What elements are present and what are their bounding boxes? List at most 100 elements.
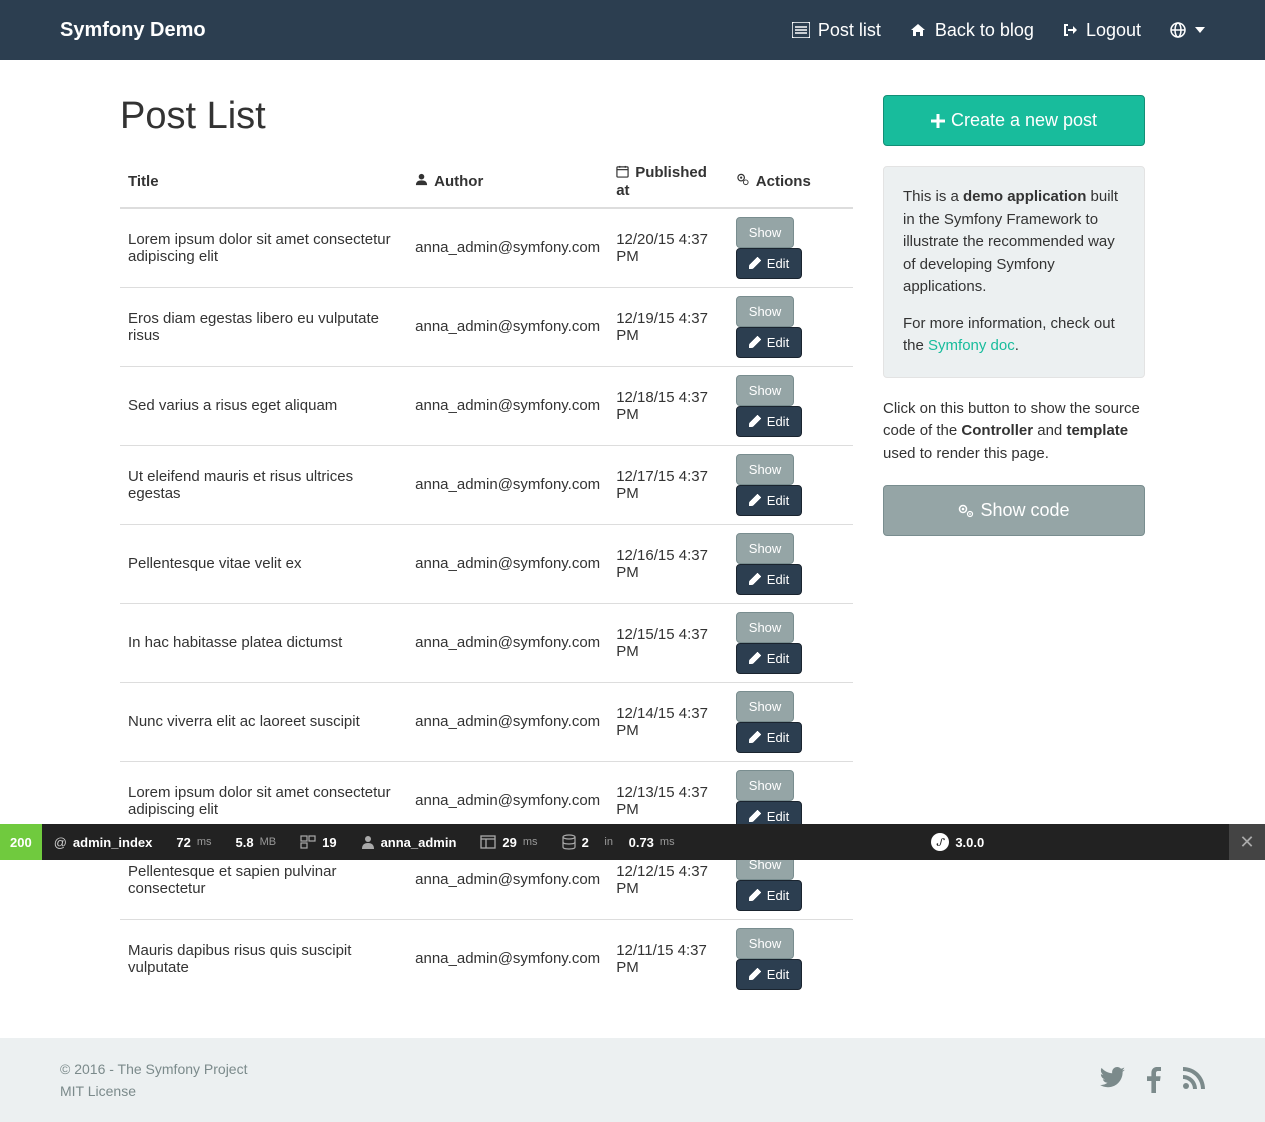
main-content: Post List Title Author Published at Acti…	[120, 95, 853, 998]
cell-published: 12/20/15 4:37 PM	[608, 208, 728, 288]
cell-author: anna_admin@symfony.com	[407, 366, 608, 445]
cell-title: Ut eleifend mauris et risus ultrices ege…	[120, 445, 407, 524]
navbar-nav: Post list Back to blog Logout	[792, 20, 1205, 41]
debug-time[interactable]: 72ms	[164, 824, 223, 860]
show-button[interactable]: Show	[736, 533, 795, 564]
button-label: Show code	[980, 500, 1069, 521]
show-button[interactable]: Show	[736, 454, 795, 485]
edit-icon	[749, 573, 761, 585]
posts-table: Title Author Published at Actions Lorem …	[120, 156, 853, 998]
cell-author: anna_admin@symfony.com	[407, 445, 608, 524]
edit-button[interactable]: Edit	[736, 406, 802, 437]
cell-actions: Show Edit	[728, 524, 853, 603]
table-row: In hac habitasse platea dictumst anna_ad…	[120, 603, 853, 682]
panel-icon	[480, 835, 496, 849]
cell-title: Sed varius a risus eget aliquam	[120, 366, 407, 445]
debug-status[interactable]: 200	[0, 824, 42, 860]
edit-icon	[749, 810, 761, 822]
nav-post-list[interactable]: Post list	[792, 20, 881, 41]
cell-title: Lorem ipsum dolor sit amet consectetur a…	[120, 208, 407, 288]
cell-title: In hac habitasse platea dictumst	[120, 603, 407, 682]
nav-label: Logout	[1086, 20, 1141, 41]
nav-logout[interactable]: Logout	[1062, 20, 1141, 41]
button-label: Create a new post	[951, 110, 1097, 131]
twitter-icon[interactable]	[1099, 1067, 1125, 1093]
edit-button[interactable]: Edit	[736, 959, 802, 990]
cell-published: 12/11/15 4:37 PM	[608, 919, 728, 998]
edit-icon	[749, 415, 761, 427]
nav-back-to-blog[interactable]: Back to blog	[909, 20, 1034, 41]
debug-user[interactable]: anna_admin	[349, 824, 469, 860]
cell-published: 12/16/15 4:37 PM	[608, 524, 728, 603]
calendar-icon	[616, 165, 629, 182]
debug-twig[interactable]: 29ms	[468, 824, 549, 860]
cell-author: anna_admin@symfony.com	[407, 287, 608, 366]
debug-symfony-version[interactable]: 3.0.0	[921, 833, 994, 851]
cell-actions: Show Edit	[728, 919, 853, 998]
debug-close-button[interactable]: ✕	[1229, 824, 1265, 860]
col-published: Published at	[608, 156, 728, 208]
show-button[interactable]: Show	[736, 296, 795, 327]
edit-icon	[749, 257, 761, 269]
cell-actions: Show Edit	[728, 682, 853, 761]
cell-actions: Show Edit	[728, 208, 853, 288]
edit-button[interactable]: Edit	[736, 485, 802, 516]
edit-icon	[749, 494, 761, 506]
cell-published: 12/17/15 4:37 PM	[608, 445, 728, 524]
cell-actions: Show Edit	[728, 603, 853, 682]
table-row: Sed varius a risus eget aliquam anna_adm…	[120, 366, 853, 445]
debug-route[interactable]: @admin_index	[42, 824, 165, 860]
edit-icon	[749, 889, 761, 901]
signout-icon	[1062, 22, 1078, 38]
cell-published: 12/18/15 4:37 PM	[608, 366, 728, 445]
cell-author: anna_admin@symfony.com	[407, 603, 608, 682]
cell-title: Pellentesque vitae velit ex	[120, 524, 407, 603]
edit-button[interactable]: Edit	[736, 722, 802, 753]
cell-actions: Show Edit	[728, 445, 853, 524]
cogs-icon	[958, 504, 974, 518]
show-button[interactable]: Show	[736, 770, 795, 801]
facebook-icon[interactable]	[1147, 1067, 1161, 1093]
page-title: Post List	[120, 95, 853, 138]
globe-icon	[1169, 21, 1187, 39]
edit-button[interactable]: Edit	[736, 643, 802, 674]
caret-down-icon	[1195, 27, 1205, 33]
show-button[interactable]: Show	[736, 612, 795, 643]
rss-icon[interactable]	[1183, 1067, 1205, 1093]
table-row: Ut eleifend mauris et risus ultrices ege…	[120, 445, 853, 524]
footer-copyright: © 2016 - The Symfony Project	[60, 1058, 247, 1080]
edit-button[interactable]: Edit	[736, 248, 802, 279]
user-icon	[361, 835, 375, 849]
show-button[interactable]: Show	[736, 375, 795, 406]
edit-button[interactable]: Edit	[736, 327, 802, 358]
table-row: Pellentesque vitae velit ex anna_admin@s…	[120, 524, 853, 603]
show-code-button[interactable]: Show code	[883, 485, 1145, 536]
debug-db[interactable]: 2 in 0.73ms	[550, 824, 687, 860]
user-icon	[415, 173, 428, 190]
debug-forms[interactable]: 19	[288, 824, 348, 860]
navbar: Symfony Demo Post list Back to blog Logo…	[0, 0, 1265, 60]
edit-button[interactable]: Edit	[736, 564, 802, 595]
debug-memory[interactable]: 5.8MB	[224, 824, 289, 860]
edit-icon	[749, 968, 761, 980]
home-icon	[909, 22, 927, 38]
navbar-brand[interactable]: Symfony Demo	[60, 19, 206, 42]
plus-icon	[931, 114, 945, 128]
edit-icon	[749, 731, 761, 743]
col-author: Author	[407, 156, 608, 208]
edit-button[interactable]: Edit	[736, 880, 802, 911]
symfony-doc-link[interactable]: Symfony doc	[928, 337, 1015, 354]
show-button[interactable]: Show	[736, 217, 795, 248]
edit-icon	[749, 652, 761, 664]
well-p2: For more information, check out the Symf…	[903, 313, 1125, 358]
nav-label: Post list	[818, 20, 881, 41]
list-icon	[792, 22, 810, 38]
show-button[interactable]: Show	[736, 691, 795, 722]
cell-author: anna_admin@symfony.com	[407, 524, 608, 603]
forms-icon	[300, 834, 316, 850]
table-row: Lorem ipsum dolor sit amet consectetur a…	[120, 208, 853, 288]
cell-author: anna_admin@symfony.com	[407, 682, 608, 761]
create-post-button[interactable]: Create a new post	[883, 95, 1145, 146]
nav-language-dropdown[interactable]	[1169, 21, 1205, 39]
show-button[interactable]: Show	[736, 928, 795, 959]
